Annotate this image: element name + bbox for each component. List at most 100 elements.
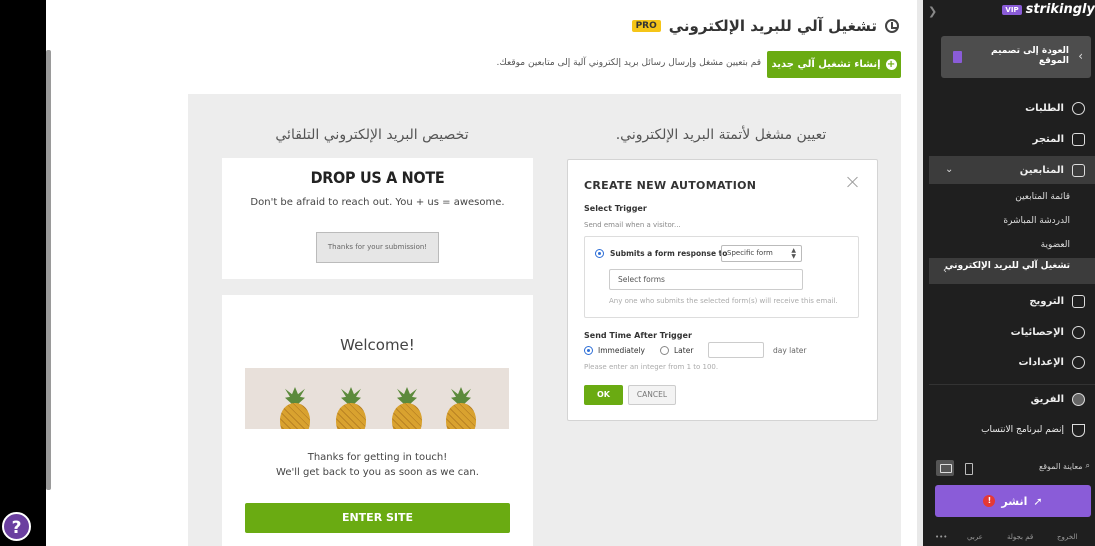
note-subtitle: Don't be afraid to reach out. You + us =…	[250, 197, 505, 208]
help-button[interactable]: ?	[2, 512, 31, 541]
pineapple-image	[245, 368, 509, 429]
form-type-select[interactable]: Specific form ▲ ▼	[721, 245, 802, 262]
megaphone-icon	[1072, 294, 1085, 308]
clock-icon	[885, 19, 899, 33]
pie-chart-icon	[1072, 325, 1085, 339]
sidebar-item-label: المتجر	[1032, 133, 1064, 145]
day-later-label: day later	[773, 346, 807, 355]
plus-icon: +	[885, 59, 897, 70]
back-to-design-label: العودة إلى تصميم الموقع	[991, 46, 1069, 66]
trophy-icon	[1072, 423, 1085, 437]
sidebar-item-settings[interactable]: الإعدادات	[1018, 352, 1085, 372]
page-title-text: تشغيل آلي للبريد الإلكتروني	[668, 17, 877, 35]
pineapple-icon	[444, 387, 478, 429]
followers-icon	[1072, 163, 1085, 177]
pineapple-icon	[278, 387, 312, 429]
sidebar-item-affiliate[interactable]: إنضم لبرنامج الانتساب	[981, 420, 1085, 440]
sidebar-item-stats[interactable]: الإحصائيات	[1011, 322, 1085, 342]
create-automation-modal: CREATE NEW AUTOMATION Select Trigger Sen…	[567, 159, 878, 421]
sidebar-item-team[interactable]: الفريق	[1031, 389, 1085, 409]
sidebar-item-membership[interactable]: العضوية	[1041, 240, 1070, 250]
trigger-box: Submits a form response to Specific form…	[584, 236, 859, 318]
create-automation-label: إنشاء تشغيل آلي جديد	[771, 59, 881, 70]
welcome-line-2: We'll get back to you as soon as we can.	[276, 467, 479, 478]
chevron-left-icon: ‹	[1078, 49, 1083, 63]
alert-icon: !	[983, 495, 996, 507]
sidebar: ❯ VIP strikingly العودة إلى تصميم الموقع…	[923, 0, 1095, 546]
ok-button[interactable]: OK	[584, 385, 623, 405]
close-icon[interactable]	[847, 176, 859, 188]
sidebar-item-live-chat[interactable]: الدردشة المباشرة	[1003, 216, 1070, 226]
form-response-radio[interactable]	[595, 249, 604, 258]
sidebar-item-email-automation[interactable]: تشغيل آلي للبريد الإلكتروني	[945, 261, 1070, 271]
sidebar-item-label: الإعدادات	[1018, 356, 1064, 368]
language-link[interactable]: عربي	[967, 533, 983, 541]
send-email-when-label: Send email when a visitor...	[584, 221, 681, 229]
tour-link[interactable]: قم بجولة	[1007, 533, 1033, 541]
preview-panel: تخصيص البريد الإلكتروني التلقائي تعيين م…	[188, 94, 901, 546]
days-input[interactable]	[708, 342, 764, 358]
sidebar-item-followers-list[interactable]: قائمة المتابعين	[1015, 192, 1070, 202]
updown-caret-icon: ▲ ▼	[791, 247, 796, 260]
main-content: تشغيل آلي للبريد الإلكتروني PRO + إنشاء …	[46, 0, 923, 546]
desktop-preview-icon[interactable]	[936, 460, 954, 476]
sidebar-item-followers[interactable]: المتابعين	[1020, 160, 1085, 180]
submission-button: Thanks for your submission!	[316, 232, 439, 263]
logo: VIP strikingly	[1002, 2, 1095, 17]
create-automation-button[interactable]: + إنشاء تشغيل آلي جديد	[767, 51, 901, 78]
publish-button[interactable]: ➚ انشر !	[935, 485, 1091, 517]
sidebar-item-marketing[interactable]: الترويج	[1029, 291, 1085, 311]
welcome-title: Welcome!	[340, 336, 415, 354]
rocket-icon: ➚	[1033, 494, 1043, 508]
form-type-value: Specific form	[727, 249, 773, 257]
chevron-left-icon: ‹	[943, 265, 947, 276]
publish-label: انشر	[1001, 494, 1028, 508]
customize-heading: تخصيص البريد الإلكتروني التلقائي	[275, 127, 469, 143]
modal-title: CREATE NEW AUTOMATION	[584, 179, 757, 192]
sidebar-item-label: إنضم لبرنامج الانتساب	[981, 425, 1064, 435]
chevron-down-icon[interactable]: ⌄	[945, 164, 953, 175]
select-forms-input[interactable]: Select forms	[609, 269, 803, 290]
vip-badge: VIP	[1002, 4, 1022, 15]
form-response-label: Submits a form response to	[610, 249, 728, 258]
page-title: تشغيل آلي للبريد الإلكتروني PRO	[631, 17, 899, 35]
gear-icon	[1072, 355, 1085, 369]
enter-site-button: ENTER SITE	[245, 503, 510, 533]
sidebar-collapse-icon[interactable]: ❯	[928, 5, 937, 18]
sidebar-item-label: الترويج	[1029, 295, 1064, 307]
search-icon: ⌕	[1085, 461, 1090, 470]
select-trigger-label: Select Trigger	[584, 204, 647, 213]
dollar-icon	[1072, 101, 1085, 115]
more-menu-icon[interactable]: •••	[935, 533, 947, 541]
pineapple-icon	[390, 387, 424, 429]
site-preview-link[interactable]: ⌕ معاينة الموقع	[1039, 461, 1090, 471]
logo-text: strikingly	[1025, 2, 1095, 17]
immediately-radio[interactable]	[584, 346, 593, 355]
team-icon	[1072, 392, 1085, 406]
document-icon	[953, 51, 962, 63]
sidebar-item-label: الإحصائيات	[1010, 326, 1064, 338]
welcome-line-1: Thanks for getting in touch!	[307, 452, 448, 463]
exit-link[interactable]: الخروج	[1057, 533, 1077, 541]
sidebar-item-store[interactable]: المتجر	[1033, 129, 1085, 149]
site-preview-label: معاينة الموقع	[1038, 461, 1083, 471]
sidebar-item-label: الطلبات	[1025, 102, 1064, 114]
send-time-label: Send Time After Trigger	[584, 331, 692, 340]
left-scrollbar[interactable]	[46, 50, 51, 490]
note-title: DROP US A NOTE	[310, 168, 445, 187]
cancel-button[interactable]: CANCEL	[628, 385, 676, 405]
later-radio[interactable]	[660, 346, 669, 355]
app-root: ? تشغيل آلي للبريد الإلكتروني PRO + إنشا…	[0, 0, 1095, 546]
sidebar-item-label: الفريق	[1030, 393, 1064, 405]
store-icon	[1072, 132, 1085, 146]
sidebar-item-label: المتابعين	[1019, 164, 1064, 176]
trigger-heading: تعيين مشغل لأتمتة البريد الإلكتروني.	[615, 127, 827, 143]
immediately-label: Immediately	[598, 346, 645, 355]
welcome-card: Welcome! Thanks for getting in touch! We…	[222, 295, 533, 546]
sidebar-item-orders[interactable]: الطلبات	[1025, 98, 1085, 118]
create-description: قم بتعيين مشغل وإرسال رسائل بريد إلكترون…	[496, 58, 761, 68]
pineapple-icon	[334, 387, 368, 429]
back-to-design-button[interactable]: العودة إلى تصميم الموقع ‹	[941, 36, 1091, 78]
mobile-preview-icon[interactable]	[959, 460, 977, 476]
recipient-note: Any one who submits the selected form(s)…	[609, 297, 838, 305]
